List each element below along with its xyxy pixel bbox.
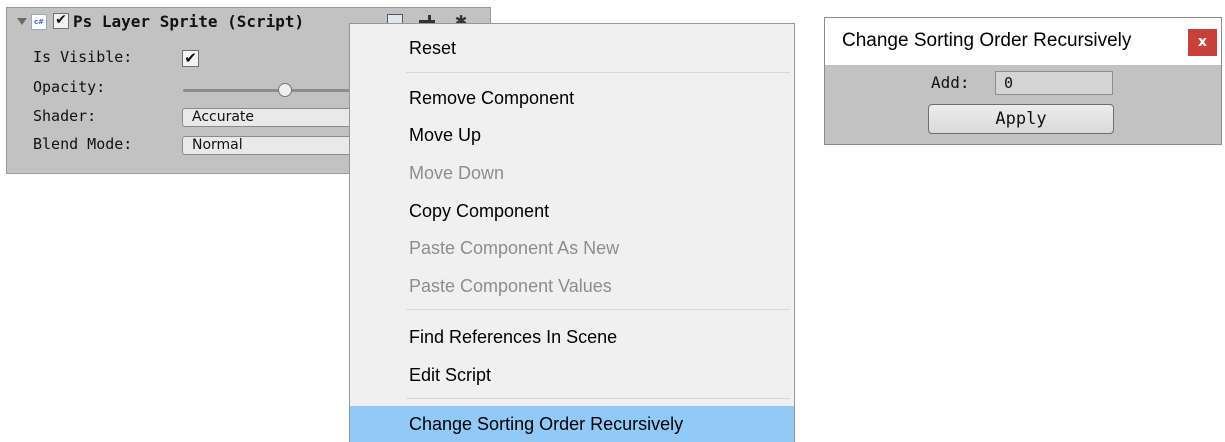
- apply-button[interactable]: Apply: [928, 104, 1114, 134]
- dialog-title: Change Sorting Order Recursively: [842, 30, 1132, 51]
- is-visible-label: Is Visible:: [33, 48, 133, 66]
- menu-item-edit-script[interactable]: Edit Script: [350, 357, 794, 393]
- menu-item-paste-component-values: Paste Component Values: [409, 276, 612, 296]
- dialog-titlebar[interactable]: Change Sorting Order Recursively x: [825, 18, 1221, 65]
- is-visible-checkbox[interactable]: ✔: [182, 50, 199, 67]
- blend-mode-label: Blend Mode:: [33, 135, 133, 153]
- menu-item-reset[interactable]: Reset: [350, 30, 794, 66]
- menu-item-remove-component[interactable]: Remove Component: [350, 80, 794, 116]
- menu-item-move-up[interactable]: Move Up: [350, 117, 794, 153]
- csharp-script-icon: c#: [31, 14, 47, 30]
- menu-item-change-sorting-order-recursively[interactable]: Change Sorting Order Recursively: [350, 406, 794, 442]
- menu-item-move-down: Move Down: [409, 163, 505, 183]
- menu-separator: [406, 72, 790, 73]
- opacity-slider-track[interactable]: [183, 89, 355, 92]
- change-sorting-order-dialog: Change Sorting Order Recursively x Add: …: [824, 17, 1222, 145]
- foldout-arrow-icon[interactable]: [17, 18, 27, 25]
- component-title: Ps Layer Sprite (Script): [73, 12, 305, 31]
- shader-dropdown[interactable]: Accurate: [182, 108, 356, 127]
- opacity-slider-thumb[interactable]: [277, 83, 292, 97]
- menu-item-copy-component[interactable]: Copy Component: [350, 193, 794, 229]
- shader-label: Shader:: [33, 107, 97, 125]
- close-button[interactable]: x: [1188, 29, 1217, 56]
- component-context-menu: Reset Remove Component Move Up Move Down…: [349, 23, 795, 442]
- add-label: Add:: [931, 73, 970, 92]
- add-input[interactable]: 0: [995, 71, 1113, 95]
- menu-separator: [406, 309, 790, 310]
- menu-separator: [406, 398, 790, 399]
- menu-item-find-references-in-scene[interactable]: Find References In Scene: [350, 319, 794, 355]
- menu-item-paste-component-as-new: Paste Component As New: [409, 238, 620, 258]
- blend-mode-dropdown[interactable]: Normal: [182, 136, 356, 155]
- opacity-label: Opacity:: [33, 78, 106, 96]
- component-enabled-checkbox[interactable]: ✔: [53, 13, 69, 29]
